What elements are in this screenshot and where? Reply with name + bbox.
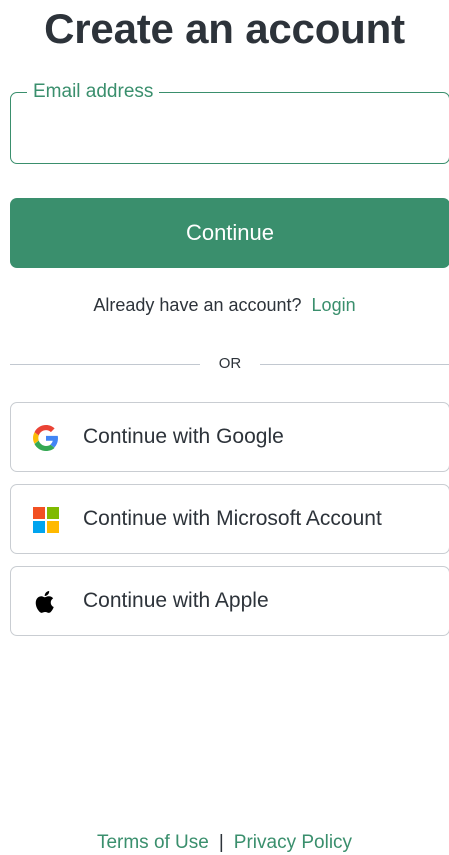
microsoft-icon	[33, 507, 59, 533]
email-field-label: Email address	[27, 81, 160, 103]
email-field-container[interactable]: Email address	[10, 81, 449, 164]
continue-with-apple-button[interactable]: Continue with Apple	[10, 566, 449, 636]
terms-of-use-link[interactable]: Terms of Use	[97, 832, 209, 853]
privacy-policy-link[interactable]: Privacy Policy	[234, 832, 352, 853]
signup-page: Create an account Email address Continue…	[0, 0, 449, 855]
divider-line-right	[260, 364, 449, 365]
login-prompt-text: Already have an account?	[93, 295, 302, 315]
login-prompt: Already have an account? Login	[0, 295, 449, 316]
or-divider: OR	[10, 354, 449, 374]
email-field[interactable]	[25, 115, 429, 147]
login-link[interactable]: Login	[312, 295, 356, 315]
continue-with-microsoft-button[interactable]: Continue with Microsoft Account	[10, 484, 449, 554]
continue-with-google-button[interactable]: Continue with Google	[10, 402, 449, 472]
google-icon	[33, 425, 59, 451]
continue-with-apple-label: Continue with Apple	[83, 589, 269, 612]
divider-label: OR	[218, 355, 242, 372]
continue-button[interactable]: Continue	[10, 198, 449, 268]
divider-line-left	[10, 364, 200, 365]
page-title: Create an account	[44, 5, 405, 52]
footer-separator: |	[218, 832, 224, 853]
continue-with-google-label: Continue with Google	[83, 425, 284, 448]
continue-with-microsoft-label: Continue with Microsoft Account	[83, 507, 382, 530]
apple-icon	[33, 589, 59, 615]
footer-links: Terms of Use | Privacy Policy	[0, 832, 449, 854]
